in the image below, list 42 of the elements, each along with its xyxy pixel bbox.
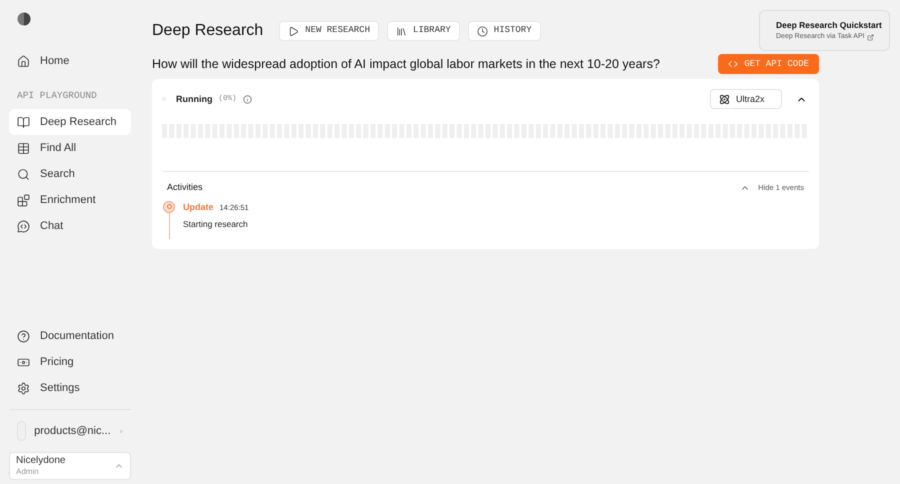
external-link-icon — [866, 34, 874, 40]
toolbar-button[interactable]: HISTORY — [468, 21, 541, 41]
sidebar-item[interactable]: Pricing — [9, 349, 131, 375]
clock-icon — [476, 26, 488, 36]
sidebar-item[interactable]: Search — [9, 161, 131, 188]
sidebar-item[interactable]: Find All — [9, 135, 131, 162]
timeline-line — [168, 212, 170, 239]
play-icon — [288, 26, 300, 36]
settings-icon — [17, 382, 30, 394]
activities-title: Activities — [167, 181, 203, 194]
book-icon — [17, 116, 30, 129]
library-icon — [396, 26, 407, 36]
org-name: Nicelydone — [16, 455, 66, 467]
chat-icon — [17, 220, 30, 233]
page-title: Deep Research — [152, 21, 264, 41]
event-type: Update — [183, 200, 214, 214]
atom-icon — [719, 94, 730, 105]
processor-button[interactable]: Ultra2x — [710, 89, 782, 110]
sidebar-item[interactable]: Deep Research — [9, 109, 131, 136]
help-icon — [17, 330, 30, 342]
toolbar-button[interactable]: LIBRARY — [386, 21, 460, 41]
org-role: Admin — [16, 467, 40, 477]
section-label: API PLAYGROUND — [17, 89, 98, 103]
research-question: How will the widespread adoption of AI impact global labor markets in the next 10-20 years? — [152, 56, 660, 73]
code-icon — [728, 59, 738, 70]
quickstart-title: Deep Research Quickstart — [776, 19, 882, 32]
sidebar-item[interactable]: Enrichment — [9, 187, 131, 214]
home-icon — [17, 54, 30, 68]
search-icon — [17, 168, 30, 181]
info-icon — [242, 94, 252, 104]
blocks-icon — [17, 194, 30, 207]
account-button[interactable]: products@nic... — [9, 418, 131, 444]
sidebar-item[interactable]: Settings — [9, 375, 131, 401]
sidebar-item[interactable]: Documentation — [9, 323, 131, 349]
run-status: Running — [176, 92, 212, 106]
logo-icon — [17, 12, 31, 26]
sidebar-item[interactable]: Chat — [9, 213, 131, 240]
event-text: Starting research — [183, 218, 249, 231]
toolbar-button[interactable]: NEW RESEARCH — [279, 21, 379, 41]
table-icon — [17, 142, 30, 155]
sidebar-item[interactable]: Home — [9, 48, 131, 74]
org-switcher[interactable]: Nicelydone Admin — [9, 452, 131, 480]
